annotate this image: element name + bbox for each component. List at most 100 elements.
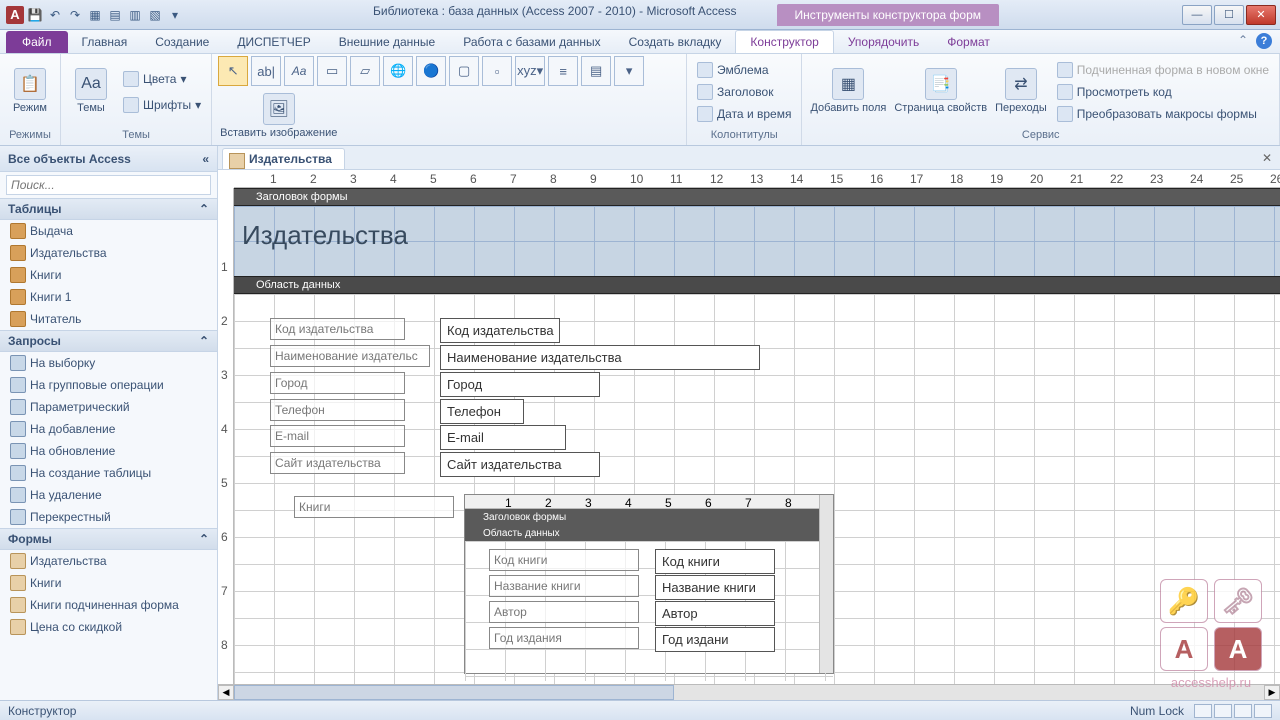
view-datasheet-button[interactable]	[1214, 704, 1232, 718]
section-detail[interactable]: Область данных	[234, 276, 1280, 294]
combo-tool[interactable]: xyz▾	[515, 56, 545, 86]
option-tool[interactable]: ▫	[482, 56, 512, 86]
view-design-button[interactable]	[1254, 704, 1272, 718]
maximize-button[interactable]: ☐	[1214, 5, 1244, 25]
scroll-thumb[interactable]	[234, 685, 674, 700]
scroll-right-icon[interactable]: ▶	[1264, 685, 1280, 700]
nav-item[interactable]: На добавление	[0, 418, 217, 440]
nav-item[interactable]: Книги 1	[0, 286, 217, 308]
nav-item[interactable]: На выборку	[0, 352, 217, 374]
qat-btn-icon[interactable]: ▥	[126, 6, 144, 24]
chart-tool[interactable]: ▤	[581, 56, 611, 86]
fonts-button[interactable]: Шрифты▾	[119, 95, 205, 115]
nav-tool[interactable]: ▢	[449, 56, 479, 86]
prop-sheet-button[interactable]: 📑Страница свойств	[892, 64, 989, 118]
nav-item[interactable]: Выдача	[0, 220, 217, 242]
detail-area[interactable]: Книги 12345678 Заголовок формы Область д…	[234, 294, 1280, 684]
qat-save-icon[interactable]: 💾	[26, 6, 44, 24]
add-fields-button[interactable]: ▦Добавить поля	[808, 64, 888, 118]
field-label[interactable]: Телефон	[270, 399, 405, 421]
close-button[interactable]: ✕	[1246, 5, 1276, 25]
qat-more-icon[interactable]: ▾	[166, 6, 184, 24]
convert-macros-button[interactable]: Преобразовать макросы формы	[1053, 104, 1273, 124]
minimize-button[interactable]: —	[1182, 5, 1212, 25]
nav-group-queries[interactable]: Запросы⌃	[0, 330, 217, 352]
subform-header-section[interactable]: Заголовок формы	[465, 509, 833, 525]
tab-home[interactable]: Главная	[68, 31, 142, 53]
scroll-left-icon[interactable]: ◀	[218, 685, 234, 700]
tab-create[interactable]: Создание	[141, 31, 223, 53]
field-label[interactable]: Сайт издательства	[270, 452, 405, 474]
field-control[interactable]: Город	[440, 372, 600, 397]
form-title-label[interactable]: Издательства	[242, 220, 408, 251]
colors-button[interactable]: Цвета▾	[119, 69, 205, 89]
app-icon[interactable]: A	[6, 6, 24, 24]
web-tool[interactable]: 🔵	[416, 56, 446, 86]
label-tool[interactable]: Aa	[284, 56, 314, 86]
design-surface[interactable]: 12345678910 Заголовок формы Издательства…	[218, 188, 1280, 684]
nav-item[interactable]: Цена со скидкой	[0, 616, 217, 638]
horizontal-scrollbar[interactable]: ◀ ▶	[218, 684, 1280, 700]
subform-field-label[interactable]: Название книги	[489, 575, 639, 597]
nav-item[interactable]: На удаление	[0, 484, 217, 506]
tab-tool[interactable]: ▱	[350, 56, 380, 86]
tab-dispatcher[interactable]: ДИСПЕТЧЕР	[223, 31, 324, 53]
nav-item[interactable]: Издательства	[0, 242, 217, 264]
field-label[interactable]: Код издательства	[270, 318, 405, 340]
view-code-button[interactable]: Просмотреть код	[1053, 82, 1273, 102]
qat-btn-icon[interactable]: ▧	[146, 6, 164, 24]
button-tool[interactable]: ▭	[317, 56, 347, 86]
nav-item[interactable]: Книги	[0, 572, 217, 594]
mode-button[interactable]: 📋 Режим	[6, 64, 54, 118]
field-label[interactable]: E-mail	[270, 425, 405, 447]
field-control[interactable]: Код издательства	[440, 318, 560, 343]
nav-collapse-icon[interactable]: «	[202, 152, 209, 166]
subform-field-label[interactable]: Код книги	[489, 549, 639, 571]
vertical-ruler[interactable]: 12345678910	[218, 188, 234, 684]
section-form-header[interactable]: Заголовок формы	[234, 188, 1280, 206]
tab-format[interactable]: Формат	[933, 31, 1004, 53]
subform-scrollbar[interactable]	[819, 495, 833, 673]
field-label[interactable]: Город	[270, 372, 405, 394]
insert-image-button[interactable]: 🖼 Вставить изображение	[218, 89, 339, 143]
help-icon[interactable]: ?	[1256, 33, 1272, 49]
themes-button[interactable]: Aa Темы	[67, 64, 115, 118]
select-tool[interactable]: ↖	[218, 56, 248, 86]
qat-btn-icon[interactable]: ▦	[86, 6, 104, 24]
subform-field-control[interactable]: Автор	[655, 601, 775, 626]
field-label[interactable]: Наименование издательс	[270, 345, 430, 367]
search-input[interactable]	[6, 175, 211, 195]
subform-label[interactable]: Книги	[294, 496, 454, 518]
qat-redo-icon[interactable]: ↷	[66, 6, 84, 24]
field-control[interactable]: Сайт издательства	[440, 452, 600, 477]
header-button[interactable]: Заголовок	[693, 82, 795, 102]
doc-tab-publishers[interactable]: Издательства	[222, 148, 345, 169]
field-control[interactable]: Наименование издательства	[440, 345, 760, 370]
more-controls[interactable]: ▾	[614, 56, 644, 86]
nav-item[interactable]: Книги подчиненная форма	[0, 594, 217, 616]
hyperlink-tool[interactable]: 🌐	[383, 56, 413, 86]
tab-order-button[interactable]: ⇄Переходы	[993, 64, 1049, 118]
emblem-button[interactable]: Эмблема	[693, 60, 795, 80]
nav-item[interactable]: На создание таблицы	[0, 462, 217, 484]
nav-header[interactable]: Все объекты Access «	[0, 146, 217, 172]
qat-undo-icon[interactable]: ↶	[46, 6, 64, 24]
nav-item[interactable]: Перекрестный	[0, 506, 217, 528]
minimize-ribbon-icon[interactable]: ⌃	[1238, 33, 1248, 49]
nav-item[interactable]: Параметрический	[0, 396, 217, 418]
subform-ruler[interactable]: 12345678	[465, 495, 833, 509]
subform-field-label[interactable]: Автор	[489, 601, 639, 623]
view-layout-button[interactable]	[1234, 704, 1252, 718]
form-header-area[interactable]: Издательства	[234, 206, 1280, 276]
subform-field-label[interactable]: Год издания	[489, 627, 639, 649]
tab-dbwork[interactable]: Работа с базами данных	[449, 31, 614, 53]
tab-file[interactable]: Файл	[6, 31, 68, 53]
tab-external[interactable]: Внешние данные	[325, 31, 450, 53]
nav-item[interactable]: Издательства	[0, 550, 217, 572]
subform-field-control[interactable]: Год издани	[655, 627, 775, 652]
subform-books[interactable]: 12345678 Заголовок формы Область данных …	[464, 494, 834, 674]
nav-item[interactable]: Читатель	[0, 308, 217, 330]
tab-arrange[interactable]: Упорядочить	[834, 31, 933, 53]
datetime-button[interactable]: Дата и время	[693, 104, 795, 124]
field-control[interactable]: E-mail	[440, 425, 566, 450]
